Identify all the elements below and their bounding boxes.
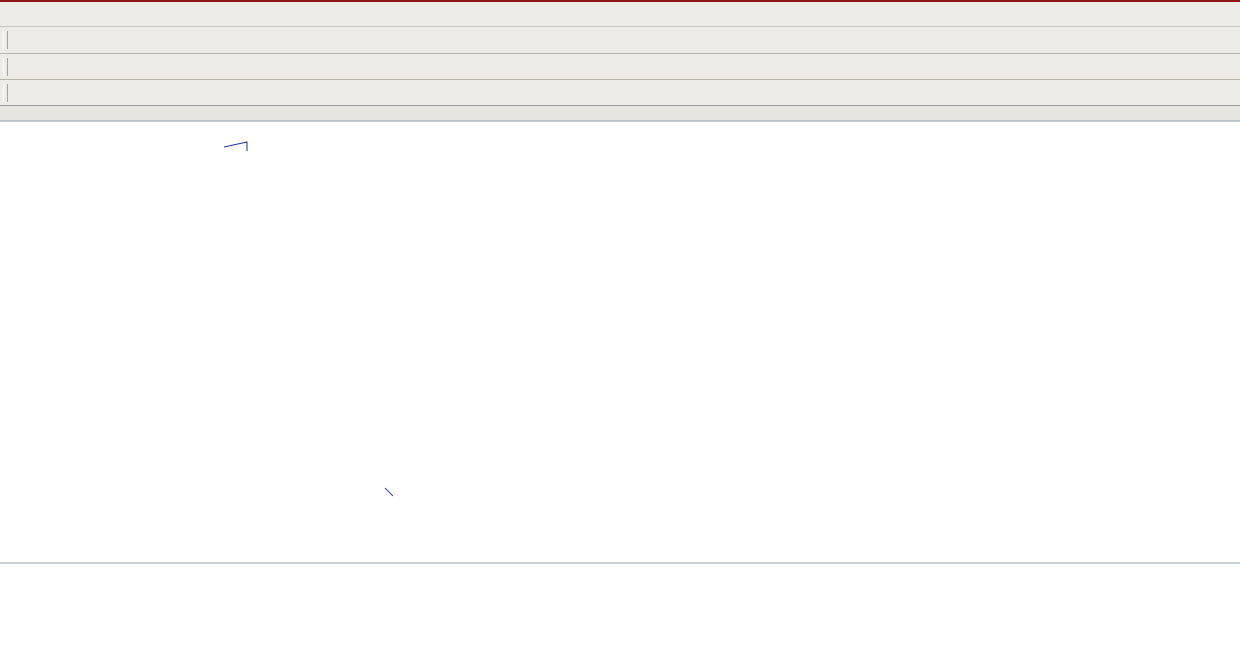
main-toolbar	[0, 54, 1240, 80]
toolbar-grip[interactable]	[3, 58, 8, 76]
drawing-toolbar	[0, 80, 1240, 106]
chart-background	[0, 106, 1240, 663]
menu-bar	[0, 0, 1240, 27]
toolbar-grip[interactable]	[3, 84, 8, 102]
date-axis-row	[0, 106, 1240, 121]
feature-bar	[0, 27, 1240, 54]
trading-app-window: { "logo": "赢", "menu": ["文件","浏览","资讯","…	[0, 0, 1240, 663]
toolbar-grip[interactable]	[3, 31, 8, 49]
